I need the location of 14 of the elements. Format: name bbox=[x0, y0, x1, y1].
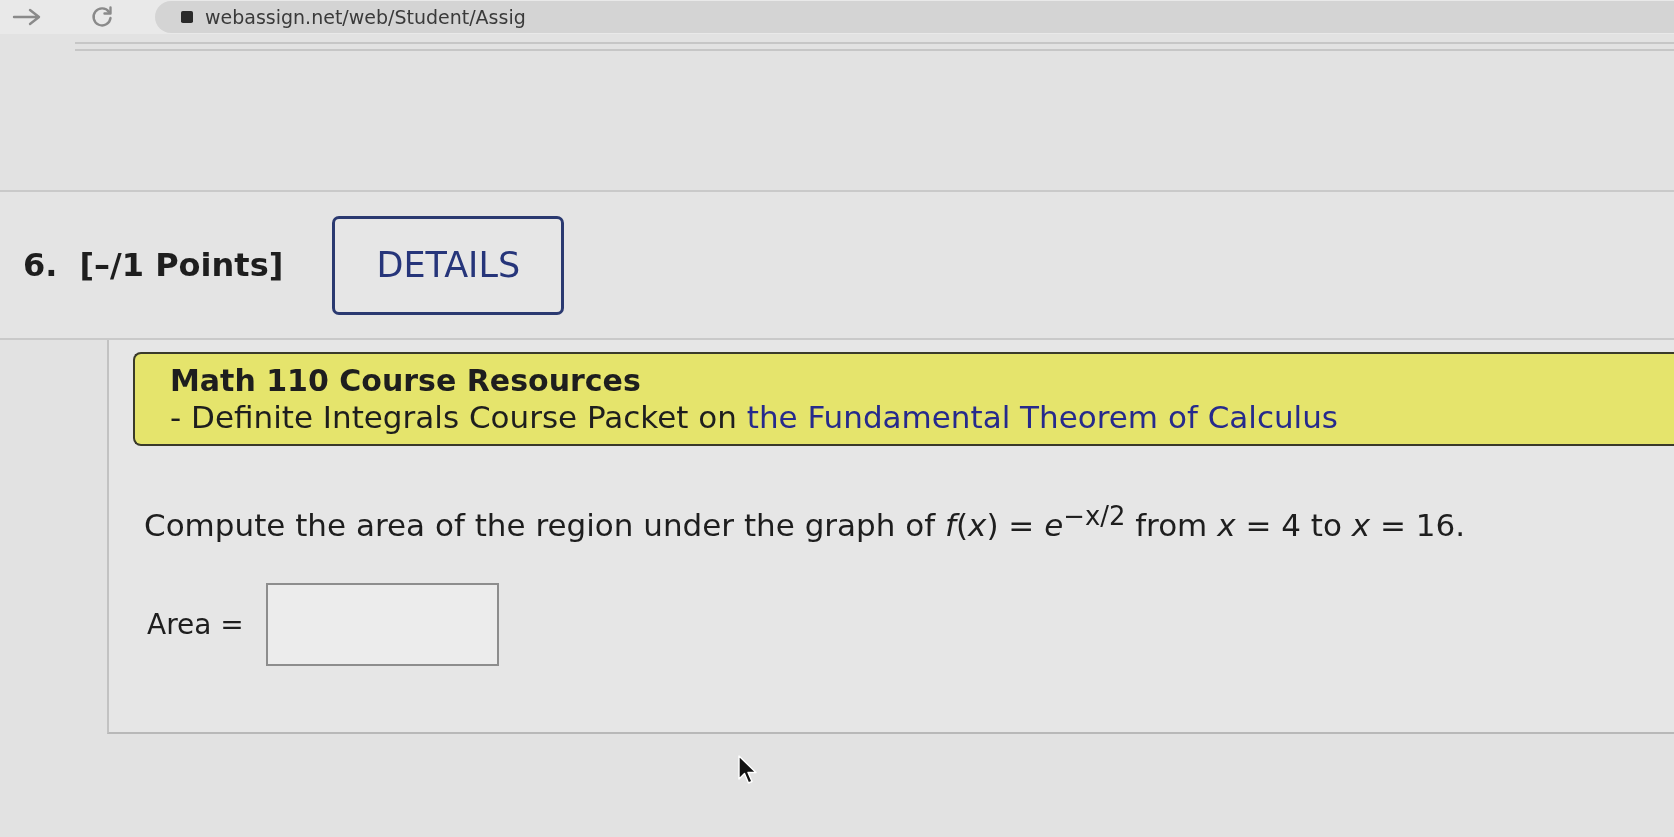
question-number: 6. bbox=[23, 246, 58, 284]
resources-description: - Definite Integrals Course Packet on the Fundamental Theorem of Calculus bbox=[170, 399, 1339, 435]
mouse-pointer-icon bbox=[738, 755, 758, 785]
area-label: Area = bbox=[147, 608, 244, 642]
theorem-link[interactable]: the Fundamental Theorem of Calculus bbox=[746, 399, 1338, 435]
details-button[interactable]: DETAILS bbox=[332, 215, 565, 315]
points-label: [–/1 Points] bbox=[79, 246, 284, 284]
forward-arrow-icon[interactable] bbox=[12, 7, 42, 27]
address-field[interactable]: webassign.net/web/Student/Assig bbox=[155, 1, 1674, 33]
question-text: Compute the area of the region under the graph of f(x) = e$^{−x/2}$ from x = 4 to x = 16. bbox=[144, 500, 1467, 546]
answer-box[interactable] bbox=[265, 583, 499, 667]
site-info-icon[interactable] bbox=[181, 11, 193, 23]
resources-title: Math 110 Course Resources bbox=[170, 363, 642, 399]
reload-icon[interactable] bbox=[90, 5, 114, 29]
